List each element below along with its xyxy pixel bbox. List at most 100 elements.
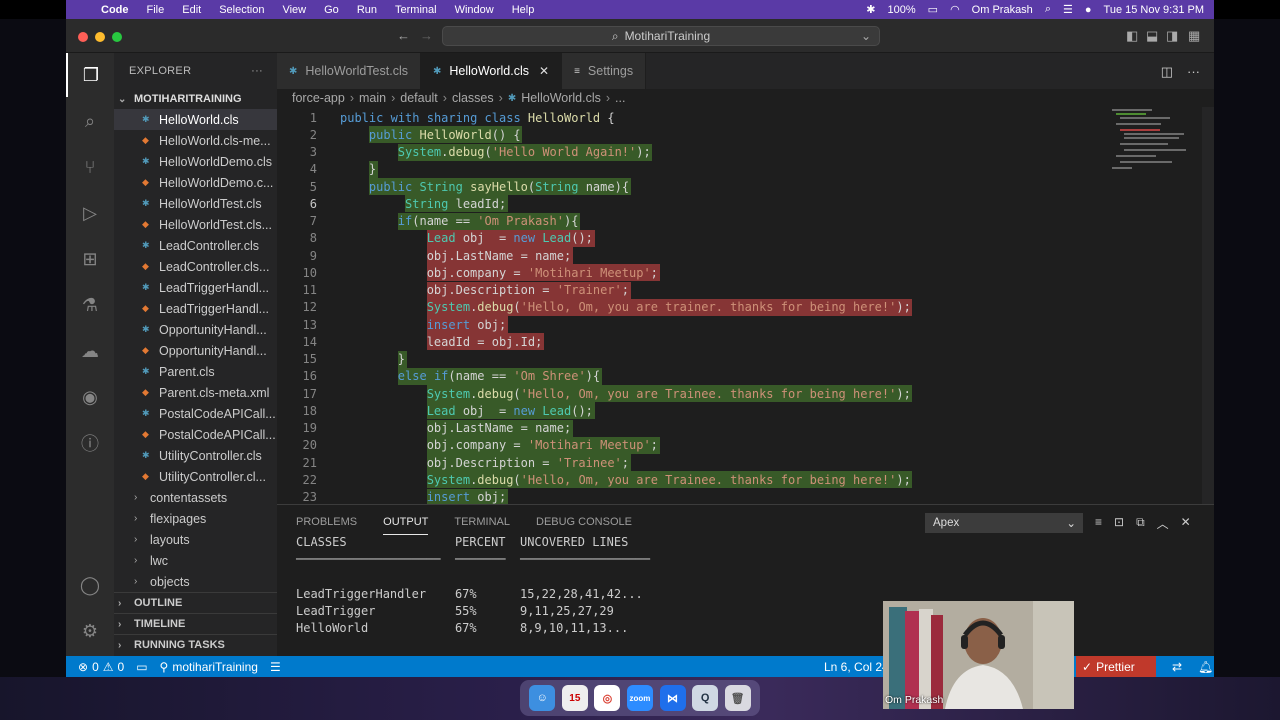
breadcrumb-item[interactable]: HelloWorld.cls [521,91,601,105]
code-line[interactable]: 11 obj.Description = 'Trainer'; [277,281,1214,299]
wifi-icon[interactable]: ◠ [950,3,960,16]
breadcrumb-item[interactable]: main [359,91,386,105]
minimap[interactable] [1110,107,1200,187]
finder-icon[interactable]: ☺ [529,685,556,711]
menu-edit[interactable]: Edit [173,4,210,16]
code-line[interactable]: 19 obj.LastName = name; [277,419,1214,437]
toggle-panel-icon[interactable]: ⬓ [1146,28,1158,44]
file-item[interactable]: ✱ HelloWorldTest.cls [114,193,277,214]
file-item[interactable]: ◆ LeadTriggerHandl... [114,298,277,319]
menu-window[interactable]: Window [446,4,503,16]
code-line[interactable]: 18 Lead obj = new Lead(); [277,402,1214,420]
quicktime-icon[interactable]: Q [692,685,719,711]
control-center-icon[interactable]: ☰ [1063,3,1073,16]
org-status[interactable]: ⚲ motihariTraining [160,660,258,674]
search-view-icon[interactable]: ⌕ [66,99,114,143]
file-item[interactable]: ✱ UtilityController.cls [114,445,277,466]
breadcrumb-item[interactable]: classes [452,91,494,105]
run-debug-icon[interactable]: ▷ [66,191,114,235]
file-item[interactable]: ✱ HelloWorld.cls [114,109,277,130]
spotlight-search-icon[interactable]: ⌕ [1045,3,1051,16]
menu-selection[interactable]: Selection [210,4,273,16]
code-editor[interactable]: 1 public with sharing class HelloWorld {2… [277,107,1214,504]
code-line[interactable]: 3 System.debug('Hello World Again!'); [277,143,1214,161]
folder-item[interactable]: › lwc [114,550,277,571]
file-item[interactable]: ◆ LeadController.cls... [114,256,277,277]
sidebar-section-outline[interactable]: › OUTLINE [114,592,277,613]
code-line[interactable]: 8 Lead obj = new Lead(); [277,229,1214,247]
code-line[interactable]: 4 } [277,160,1214,178]
toggle-sidebar-icon[interactable]: ◧ [1126,28,1138,44]
file-item[interactable]: ◆ HelloWorldTest.cls... [114,214,277,235]
tab-helloworld[interactable]: ✱ HelloWorld.cls ✕ [420,53,563,89]
maximize-window-button[interactable] [112,32,122,42]
siri-icon[interactable]: ● [1085,4,1092,16]
file-item[interactable]: ✱ LeadController.cls [114,235,277,256]
accounts-icon[interactable]: ◯ [66,563,114,607]
code-line[interactable]: 14 leadId = obj.Id; [277,333,1214,351]
bluetooth-icon[interactable]: ✱ [866,3,875,16]
minimize-window-button[interactable] [95,32,105,42]
menu-terminal[interactable]: Terminal [386,4,446,16]
screen-icon[interactable]: ▭ [136,660,147,674]
toggle-secondary-sidebar-icon[interactable]: ◨ [1166,28,1178,44]
code-line[interactable]: 22 System.debug('Hello, Om, you are Trai… [277,471,1214,489]
back-arrow-icon[interactable]: ← [397,28,410,43]
file-item[interactable]: ◆ HelloWorldDemo.c... [114,172,277,193]
code-line[interactable]: 5 public String sayHello(String name){ [277,178,1214,196]
code-line[interactable]: 10 obj.company = 'Motihari Meetup'; [277,264,1214,282]
tab-debug-console[interactable]: DEBUG CONSOLE [536,510,632,534]
file-item[interactable]: ✱ LeadTriggerHandl... [114,277,277,298]
file-item[interactable]: ✱ PostalCodeAPICall... [114,403,277,424]
file-item[interactable]: ✱ Parent.cls [114,361,277,382]
close-panel-icon[interactable]: ✕ [1181,515,1191,532]
menu-file[interactable]: File [138,4,174,16]
calendar-icon[interactable]: 15 [561,685,588,711]
cursor-position[interactable]: Ln 6, Col 24 [824,660,889,674]
manage-gear-icon[interactable]: ⚙ [66,609,114,653]
file-item[interactable]: ◆ PostalCodeAPICall... [114,424,277,445]
tab-output[interactable]: OUTPUT [383,510,429,535]
github-icon[interactable]: ◉ [66,375,114,419]
close-window-button[interactable] [78,32,88,42]
code-line[interactable]: 9 obj.LastName = name; [277,247,1214,265]
open-in-editor-icon[interactable]: ⧉ [1136,515,1145,532]
code-line[interactable]: 1 public with sharing class HelloWorld { [277,109,1214,126]
close-tab-icon[interactable]: ✕ [539,64,549,78]
file-item[interactable]: ✱ HelloWorldDemo.cls [114,151,277,172]
maximize-panel-icon[interactable]: ︿ [1157,515,1169,532]
folder-item[interactable]: › objects [114,571,277,592]
code-line[interactable]: 20 obj.company = 'Motihari Meetup'; [277,436,1214,454]
folder-item[interactable]: › flexipages [114,508,277,529]
vscode-icon[interactable]: ⋈ [659,685,686,711]
customize-layout-icon[interactable]: ▦ [1188,28,1200,44]
forward-arrow-icon[interactable]: → [420,28,433,43]
menubar-user[interactable]: Om Prakash [972,4,1033,16]
sidebar-section-timeline[interactable]: › TIMELINE [114,613,277,634]
live-share-icon[interactable]: ⇄ [1172,660,1182,674]
breadcrumb-item[interactable]: default [400,91,438,105]
explorer-icon[interactable]: ❐ [66,53,114,97]
menu-view[interactable]: View [273,4,315,16]
extensions-icon[interactable]: ⊞ [66,237,114,281]
problems-status[interactable]: ⊗ 0 ⚠ 0 [78,660,124,674]
file-item[interactable]: ◆ HelloWorld.cls-me... [114,130,277,151]
tab-problems[interactable]: PROBLEMS [296,510,357,534]
code-line[interactable]: 2 public HelloWorld() { [277,126,1214,144]
command-center-search[interactable]: ⌕ MotihariTraining ⌄ [442,26,880,46]
more-actions-icon[interactable]: ··· [1187,64,1200,80]
prettier-status[interactable]: ✓ Prettier [1076,656,1156,677]
sidebar-section-running-tasks[interactable]: › RUNNING TASKS [114,634,277,655]
code-line[interactable]: 7 if(name == 'Om Prakash'){ [277,212,1214,230]
code-line[interactable]: 12 System.debug('Hello, Om, you are trai… [277,298,1214,316]
source-control-icon[interactable]: ⑂ [66,145,114,189]
clear-output-icon[interactable]: ≡ [1095,515,1102,532]
salesforce-cloud-icon[interactable]: ☁ [66,329,114,373]
output-channel-select[interactable]: Apex ⌄ [925,513,1083,533]
code-line[interactable]: 21 obj.Description = 'Trainee'; [277,454,1214,472]
file-item[interactable]: ◆ UtilityController.cl... [114,466,277,487]
testing-icon[interactable]: ⚗ [66,283,114,327]
file-item[interactable]: ✱ OpportunityHandl... [114,319,277,340]
tab-settings[interactable]: ≡ Settings [562,53,647,89]
more-actions-icon[interactable]: ··· [251,65,277,77]
